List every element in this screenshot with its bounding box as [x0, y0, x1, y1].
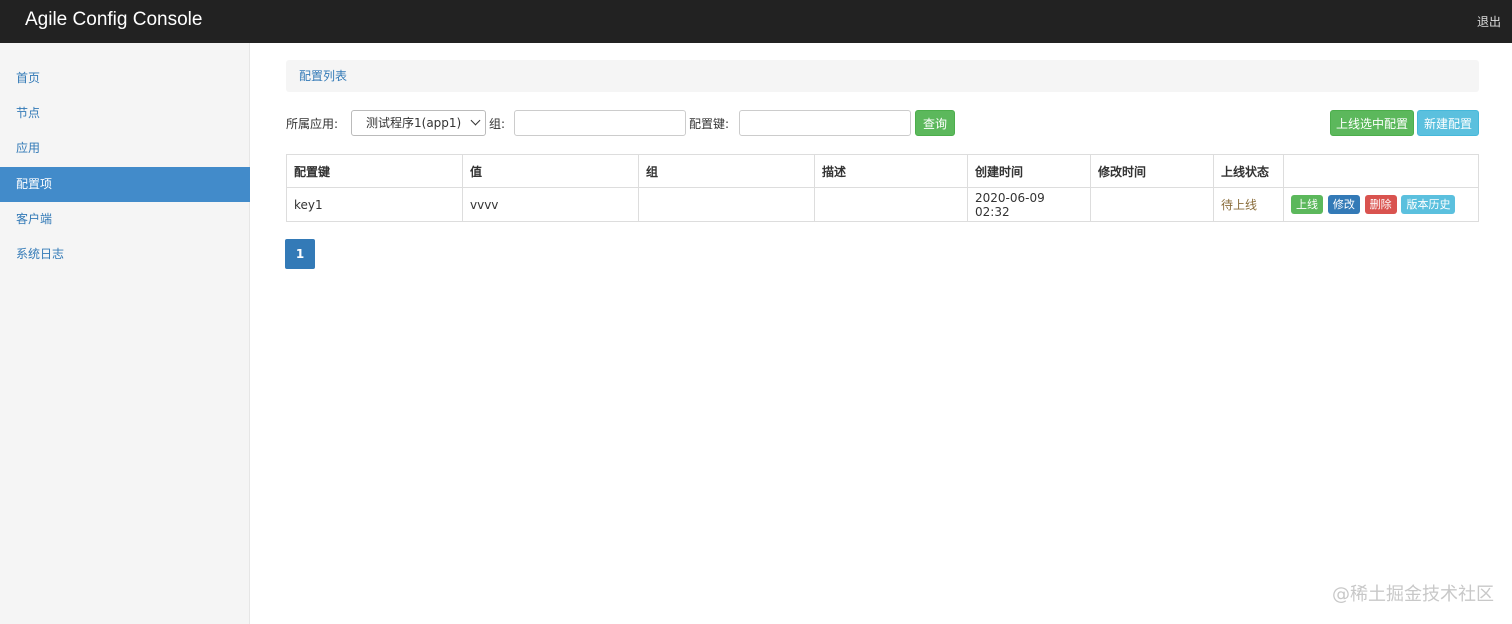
group-input[interactable]	[514, 110, 686, 136]
app-select[interactable]: 测试程序1(app1)	[351, 110, 486, 136]
logout-link[interactable]: 退出	[1477, 13, 1501, 30]
column-header: 组	[638, 154, 815, 188]
cell-group	[638, 187, 815, 222]
column-header: 上线状态	[1213, 154, 1284, 188]
config-table: 配置键 值 组 描述 创建时间 修改时间 上线状态 key1 vvvv 2020…	[286, 154, 1479, 222]
app-select-value: 测试程序1(app1)	[366, 116, 462, 130]
cell-value: vvvv	[462, 187, 639, 222]
chevron-down-icon	[470, 115, 481, 126]
cell-created: 2020-06-09 02:32	[967, 187, 1091, 222]
sidebar-item-nodes[interactable]: 节点	[0, 96, 250, 131]
delete-button[interactable]: 删除	[1364, 195, 1397, 214]
cell-modified	[1090, 187, 1214, 222]
group-filter-label: 组:	[489, 117, 506, 131]
sidebar-item-home[interactable]: 首页	[0, 61, 250, 96]
sidebar-item-system-logs[interactable]: 系统日志	[0, 237, 250, 272]
cell-actions: 上线 修改 删除 版本历史	[1283, 187, 1479, 222]
sidebar: 首页 节点 应用 配置项 客户端 系统日志	[0, 43, 250, 624]
column-header	[1283, 154, 1479, 188]
query-button[interactable]: 查询	[915, 110, 955, 136]
version-history-button[interactable]: 版本历史	[1401, 195, 1456, 214]
pagination-page-1[interactable]: 1	[285, 239, 315, 269]
key-input[interactable]	[739, 110, 911, 136]
table-row: key1 vvvv 2020-06-09 02:32 待上线 上线 修改 删除 …	[286, 187, 1479, 222]
cell-status: 待上线	[1213, 187, 1284, 222]
column-header: 修改时间	[1090, 154, 1214, 188]
sidebar-item-configs[interactable]: 配置项	[0, 167, 250, 202]
column-header: 值	[462, 154, 639, 188]
edit-button[interactable]: 修改	[1327, 195, 1360, 214]
column-header: 创建时间	[967, 154, 1091, 188]
cell-description	[814, 187, 968, 222]
sidebar-item-clients[interactable]: 客户端	[0, 202, 250, 237]
breadcrumb: 配置列表	[286, 60, 1479, 92]
online-button[interactable]: 上线	[1291, 195, 1323, 214]
top-navbar: Agile Config Console 退出	[0, 0, 1512, 43]
cell-key: key1	[286, 187, 463, 222]
key-filter-label: 配置键:	[689, 117, 730, 131]
main-content: 配置列表 所属应用: 测试程序1(app1) 组: 配置键: 查询 上线选中配置…	[250, 43, 1512, 624]
sidebar-item-apps[interactable]: 应用	[0, 131, 250, 166]
table-header-row: 配置键 值 组 描述 创建时间 修改时间 上线状态	[286, 154, 1479, 188]
watermark: @稀土掘金技术社区	[1332, 584, 1494, 605]
app-filter-label: 所属应用:	[286, 117, 339, 131]
column-header: 配置键	[286, 154, 463, 188]
column-header: 描述	[814, 154, 968, 188]
publish-selected-button[interactable]: 上线选中配置	[1330, 110, 1414, 136]
app-brand[interactable]: Agile Config Console	[25, 9, 202, 31]
new-config-button[interactable]: 新建配置	[1417, 110, 1479, 136]
